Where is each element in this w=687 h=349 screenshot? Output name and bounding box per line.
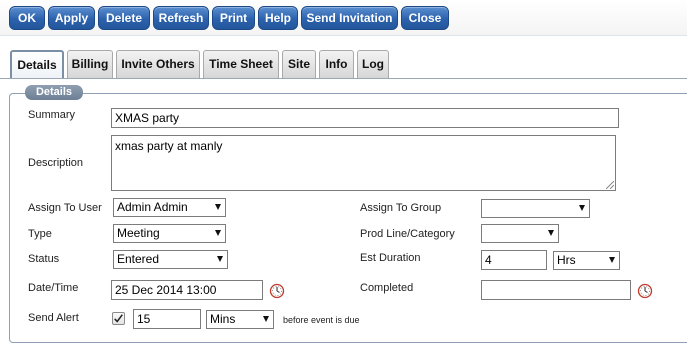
tab-site[interactable]: Site	[282, 50, 316, 78]
check-icon	[114, 314, 123, 323]
description-textarea[interactable]: xmas party at manly	[111, 135, 616, 191]
help-button[interactable]: Help	[258, 6, 298, 30]
type-label: Type	[28, 228, 52, 240]
send-alert-label: Send Alert	[28, 312, 79, 324]
type-value: Meeting	[117, 226, 160, 240]
est-duration-field[interactable]: 4	[481, 250, 547, 270]
assign-group-label: Assign To Group	[360, 202, 442, 214]
close-button[interactable]: Close	[401, 6, 449, 30]
chevron-down-icon	[609, 257, 615, 263]
send-alert-checkbox[interactable]	[112, 312, 125, 325]
tab-bar: Details Billing Invite Others Time Sheet…	[0, 50, 687, 79]
alert-unit-select[interactable]: Mins	[206, 310, 274, 329]
send-invitation-button[interactable]: Send Invitation	[301, 6, 398, 30]
datetime-field[interactable]: 25 Dec 2014 13:00	[111, 280, 263, 300]
tab-details[interactable]: Details	[10, 50, 64, 79]
details-legend: Details	[25, 85, 83, 100]
status-value: Entered	[117, 252, 160, 266]
chevron-down-icon	[548, 230, 554, 236]
est-duration-label: Est Duration	[360, 252, 421, 264]
tab-info[interactable]: Info	[319, 50, 354, 78]
toolbar-spacer	[0, 36, 687, 50]
alert-unit-value: Mins	[210, 312, 236, 326]
tab-billing[interactable]: Billing	[67, 50, 113, 78]
alert-suffix-text: before event is due	[283, 315, 360, 325]
delete-button[interactable]: Delete	[98, 6, 150, 30]
clock-icon[interactable]	[637, 283, 653, 299]
type-select[interactable]: Meeting	[113, 224, 226, 243]
apply-button[interactable]: Apply	[48, 6, 95, 30]
est-duration-unit-select[interactable]: Hrs	[553, 251, 620, 270]
description-label: Description	[28, 157, 84, 169]
assign-user-value: Admin Admin	[117, 200, 188, 214]
details-fieldset	[9, 93, 687, 343]
chevron-down-icon	[215, 230, 221, 236]
summary-field[interactable]: XMAS party	[111, 108, 619, 128]
tab-time-sheet[interactable]: Time Sheet	[203, 50, 279, 78]
assign-group-select[interactable]	[481, 199, 590, 218]
summary-label: Summary	[28, 109, 76, 121]
chevron-down-icon	[217, 256, 223, 262]
completed-field[interactable]	[481, 280, 631, 300]
prodline-select[interactable]	[481, 224, 559, 243]
assign-user-label: Assign To User	[28, 202, 102, 214]
assign-user-select[interactable]: Admin Admin	[113, 198, 226, 217]
ok-button[interactable]: OK	[9, 6, 45, 30]
alert-amount-field[interactable]: 15	[133, 309, 201, 329]
print-button[interactable]: Print	[212, 6, 255, 30]
status-label: Status	[28, 253, 60, 265]
prodline-label: Prod Line/Category	[360, 228, 455, 240]
toolbar: OK Apply Delete Refresh Print Help Send …	[0, 0, 687, 36]
description-text: xmas party at manly	[115, 139, 223, 153]
completed-label: Completed	[360, 282, 414, 294]
tab-log[interactable]: Log	[357, 50, 389, 78]
tab-invite-others[interactable]: Invite Others	[116, 50, 200, 78]
chevron-down-icon	[215, 204, 221, 210]
chevron-down-icon	[263, 316, 269, 322]
tab-divider	[0, 78, 687, 79]
status-select[interactable]: Entered	[113, 250, 228, 269]
est-duration-unit: Hrs	[557, 253, 576, 267]
datetime-label: Date/Time	[28, 282, 79, 294]
clock-icon[interactable]	[269, 283, 285, 299]
chevron-down-icon	[579, 205, 585, 211]
resize-grip-icon[interactable]	[606, 181, 614, 189]
refresh-button[interactable]: Refresh	[153, 6, 209, 30]
